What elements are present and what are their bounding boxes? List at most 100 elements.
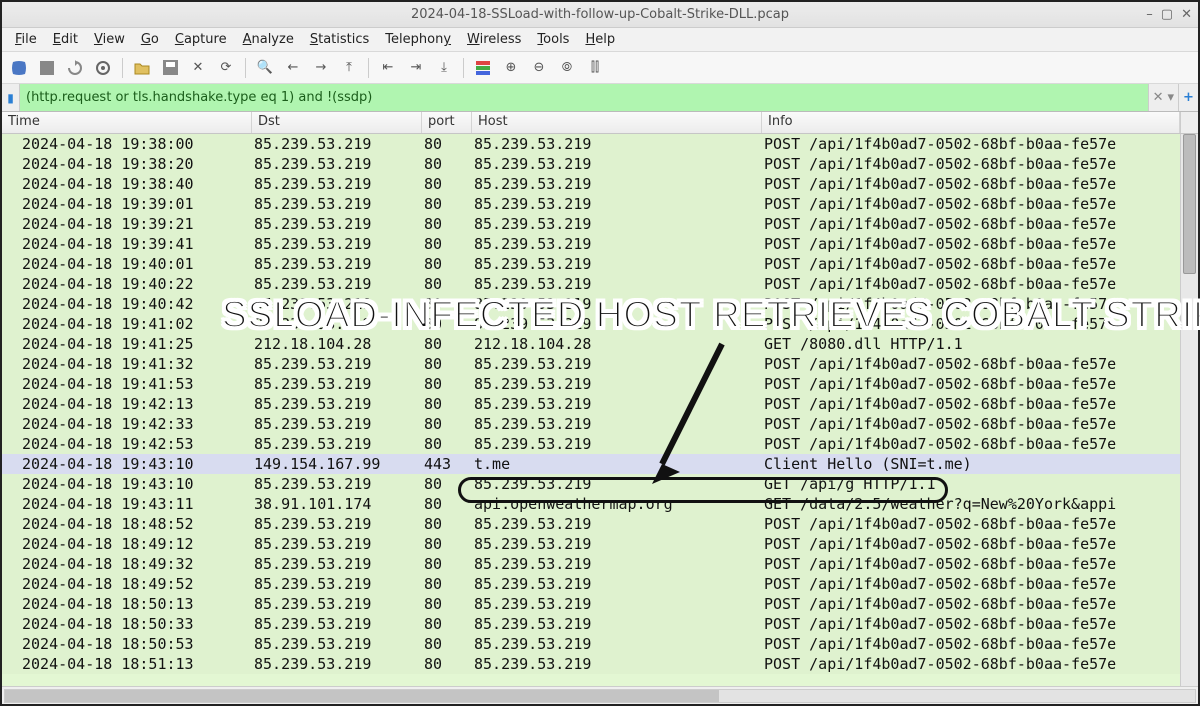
packet-row[interactable]: 2024-04-18 19:39:0185.239.53.2198085.239… xyxy=(2,194,1180,214)
save-file-icon[interactable] xyxy=(159,57,181,79)
filter-clear-icon[interactable]: ✕ xyxy=(1153,90,1164,105)
window-close-button[interactable]: ✕ xyxy=(1181,7,1192,22)
horizontal-scrollbar[interactable] xyxy=(4,689,1196,703)
packet-row[interactable]: 2024-04-18 19:40:0185.239.53.2198085.239… xyxy=(2,254,1180,274)
cell-time: 2024-04-18 19:42:53 xyxy=(22,434,254,454)
cell-info: POST /api/1f4b0ad7-0502-68bf-b0aa-fe57e xyxy=(764,354,1180,374)
cell-dst: 85.239.53.219 xyxy=(254,554,424,574)
window-title: 2024-04-18-SSLoad-with-follow-up-Cobalt-… xyxy=(411,7,789,22)
packet-row[interactable]: 2024-04-18 19:38:4085.239.53.2198085.239… xyxy=(2,174,1180,194)
cell-port: 80 xyxy=(424,334,474,354)
jump-to-icon[interactable]: ⤒ xyxy=(338,57,360,79)
cell-time: 2024-04-18 18:49:52 xyxy=(22,574,254,594)
menu-tools[interactable]: Tools xyxy=(530,30,576,49)
cell-dst: 85.239.53.219 xyxy=(254,314,424,334)
menu-go[interactable]: Go xyxy=(134,30,166,49)
cell-port: 80 xyxy=(424,374,474,394)
cell-host: 85.239.53.219 xyxy=(474,294,764,314)
go-first-icon[interactable]: ⇤ xyxy=(377,57,399,79)
cell-dst: 85.239.53.219 xyxy=(254,214,424,234)
scrollbar-thumb[interactable] xyxy=(1183,134,1196,274)
stop-capture-icon[interactable] xyxy=(36,57,58,79)
packet-row[interactable]: 2024-04-18 19:38:0085.239.53.2198085.239… xyxy=(2,134,1180,154)
packet-row[interactable]: 2024-04-18 18:49:1285.239.53.2198085.239… xyxy=(2,534,1180,554)
find-packet-icon[interactable]: 🔍 xyxy=(254,57,276,79)
display-filter-input[interactable] xyxy=(20,84,1148,111)
menu-file[interactable]: File xyxy=(8,30,44,49)
reload-icon[interactable]: ⟳ xyxy=(215,57,237,79)
packet-row[interactable]: 2024-04-18 19:41:0285.239.53.2198085.239… xyxy=(2,314,1180,334)
menu-help[interactable]: Help xyxy=(578,30,622,49)
packet-row[interactable]: 2024-04-18 19:40:4285.239.53.2198085.239… xyxy=(2,294,1180,314)
packet-row[interactable]: 2024-04-18 18:50:1385.239.53.2198085.239… xyxy=(2,594,1180,614)
vertical-scrollbar[interactable] xyxy=(1180,134,1198,686)
cell-info: POST /api/1f4b0ad7-0502-68bf-b0aa-fe57e xyxy=(764,214,1180,234)
filter-add-button[interactable]: + xyxy=(1178,84,1198,111)
packet-row[interactable]: 2024-04-18 19:42:3385.239.53.2198085.239… xyxy=(2,414,1180,434)
filter-dropdown-icon[interactable]: ▾ xyxy=(1167,90,1174,105)
column-info[interactable]: Info xyxy=(762,112,1180,133)
cell-info: POST /api/1f4b0ad7-0502-68bf-b0aa-fe57e xyxy=(764,614,1180,634)
packet-row[interactable]: 2024-04-18 19:38:2085.239.53.2198085.239… xyxy=(2,154,1180,174)
filter-bookmark-icon[interactable]: ▮ xyxy=(2,84,20,111)
menu-view[interactable]: View xyxy=(87,30,132,49)
go-back-icon[interactable]: ← xyxy=(282,57,304,79)
packet-row[interactable]: 2024-04-18 19:41:25212.18.104.2880212.18… xyxy=(2,334,1180,354)
start-capture-icon[interactable] xyxy=(8,57,30,79)
cell-dst: 85.239.53.219 xyxy=(254,434,424,454)
packet-row[interactable]: 2024-04-18 19:43:10149.154.167.99443t.me… xyxy=(2,454,1180,474)
cell-time: 2024-04-18 18:50:53 xyxy=(22,634,254,654)
horizontal-scrollbar-thumb[interactable] xyxy=(5,690,719,702)
packet-row[interactable]: 2024-04-18 19:40:2285.239.53.2198085.239… xyxy=(2,274,1180,294)
packet-row[interactable]: 2024-04-18 19:41:5385.239.53.2198085.239… xyxy=(2,374,1180,394)
packet-row[interactable]: 2024-04-18 18:49:3285.239.53.2198085.239… xyxy=(2,554,1180,574)
cell-time: 2024-04-18 19:41:32 xyxy=(22,354,254,374)
packet-list[interactable]: 2024-04-18 19:38:0085.239.53.2198085.239… xyxy=(2,134,1198,686)
packet-row[interactable]: 2024-04-18 18:51:1385.239.53.2198085.239… xyxy=(2,654,1180,674)
menu-capture[interactable]: Capture xyxy=(168,30,234,49)
cell-host: 85.239.53.219 xyxy=(474,354,764,374)
cell-info: GET /api/g HTTP/1.1 xyxy=(764,474,1180,494)
column-port[interactable]: port xyxy=(422,112,472,133)
menu-edit[interactable]: Edit xyxy=(46,30,85,49)
cell-port: 80 xyxy=(424,514,474,534)
cell-dst: 85.239.53.219 xyxy=(254,634,424,654)
auto-scroll-icon[interactable]: ⤓ xyxy=(433,57,455,79)
window-minimize-button[interactable]: – xyxy=(1146,7,1153,22)
cell-dst: 85.239.53.219 xyxy=(254,134,424,154)
cell-host: 85.239.53.219 xyxy=(474,174,764,194)
resize-columns-icon[interactable]: ⫿⫿ xyxy=(584,57,606,79)
menu-analyze[interactable]: Analyze xyxy=(236,30,301,49)
zoom-out-icon[interactable]: ⊖ xyxy=(528,57,550,79)
restart-capture-icon[interactable] xyxy=(64,57,86,79)
packet-row[interactable]: 2024-04-18 18:49:5285.239.53.2198085.239… xyxy=(2,574,1180,594)
packet-row[interactable]: 2024-04-18 18:48:5285.239.53.2198085.239… xyxy=(2,514,1180,534)
packet-row[interactable]: 2024-04-18 18:50:3385.239.53.2198085.239… xyxy=(2,614,1180,634)
window-maximize-button[interactable]: ▢ xyxy=(1161,7,1173,22)
open-file-icon[interactable] xyxy=(131,57,153,79)
packet-row[interactable]: 2024-04-18 19:39:2185.239.53.2198085.239… xyxy=(2,214,1180,234)
packet-row[interactable]: 2024-04-18 19:42:5385.239.53.2198085.239… xyxy=(2,434,1180,454)
go-forward-icon[interactable]: → xyxy=(310,57,332,79)
menu-statistics[interactable]: Statistics xyxy=(303,30,376,49)
column-time[interactable]: Time xyxy=(2,112,252,133)
packet-row[interactable]: 2024-04-18 18:50:5385.239.53.2198085.239… xyxy=(2,634,1180,654)
packet-row[interactable]: 2024-04-18 19:43:1085.239.53.2198085.239… xyxy=(2,474,1180,494)
menu-wireless[interactable]: Wireless xyxy=(460,30,528,49)
close-file-icon[interactable]: ✕ xyxy=(187,57,209,79)
cell-dst: 149.154.167.99 xyxy=(254,454,424,474)
column-dst[interactable]: Dst xyxy=(252,112,422,133)
packet-row[interactable]: 2024-04-18 19:42:1385.239.53.2198085.239… xyxy=(2,394,1180,414)
cell-dst: 85.239.53.219 xyxy=(254,374,424,394)
cell-info: POST /api/1f4b0ad7-0502-68bf-b0aa-fe57e xyxy=(764,554,1180,574)
menu-telephony[interactable]: Telephony xyxy=(378,30,458,49)
capture-options-icon[interactable] xyxy=(92,57,114,79)
go-last-icon[interactable]: ⇥ xyxy=(405,57,427,79)
column-host[interactable]: Host xyxy=(472,112,762,133)
packet-row[interactable]: 2024-04-18 19:43:1138.91.101.17480api.op… xyxy=(2,494,1180,514)
colorize-icon[interactable] xyxy=(472,57,494,79)
zoom-in-icon[interactable]: ⊕ xyxy=(500,57,522,79)
packet-row[interactable]: 2024-04-18 19:41:3285.239.53.2198085.239… xyxy=(2,354,1180,374)
packet-row[interactable]: 2024-04-18 19:39:4185.239.53.2198085.239… xyxy=(2,234,1180,254)
zoom-reset-icon[interactable]: ⦾ xyxy=(556,57,578,79)
